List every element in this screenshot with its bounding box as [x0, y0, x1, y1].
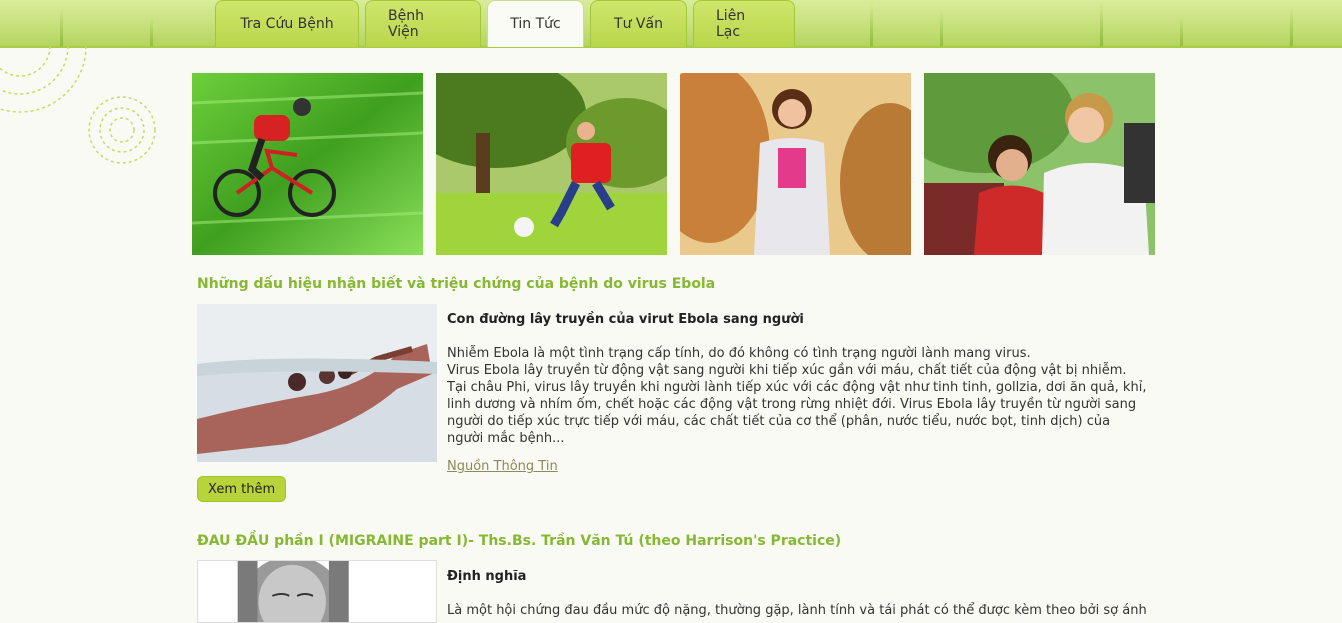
article-body-line: Là một hội chứng đau đầu mức độ nặng, th…	[447, 603, 1147, 618]
article-body-line: Nhiễm Ebola là một tình trạng cấp tính, …	[447, 346, 1031, 361]
tab-tin-tuc[interactable]: Tin Tức	[487, 0, 584, 47]
article-body: Virus Ebola lây truyền từ động vật sang …	[447, 363, 1147, 446]
main-nav: Tra Cứu Bệnh Bệnh Viện Tin Tức Tư Vấn Li…	[215, 0, 795, 48]
cyclist-photo	[192, 73, 423, 255]
article-subtitle: Định nghĩa	[447, 569, 527, 584]
headache-woman-image	[197, 560, 437, 623]
tab-tu-van[interactable]: Tư Vấn	[590, 0, 687, 47]
article-title-migraine[interactable]: ĐAU ĐẦU phần I (MIGRAINE part I)- Ths.Bs…	[197, 533, 841, 549]
tab-lien-lac[interactable]: Liên Lạc	[693, 0, 795, 47]
read-more-button[interactable]: Xem thêm	[197, 476, 287, 502]
decorative-circles-icon	[0, 46, 156, 164]
tab-benh-vien[interactable]: Bệnh Viện	[365, 0, 481, 47]
article-content-migraine: Định nghĩa Là một hội chứng đau đầu mức …	[447, 568, 1147, 619]
woman-jogging-photo	[680, 73, 911, 255]
source-link[interactable]: Nguồn Thông Tin	[447, 458, 558, 475]
tab-tra-cuu-benh[interactable]: Tra Cứu Bệnh	[215, 0, 359, 47]
article-title-ebola[interactable]: Những dấu hiệu nhận biết và triệu chứng …	[197, 276, 715, 292]
article-subtitle: Con đường lây truyền của virut Ebola san…	[447, 312, 804, 327]
ebola-arm-image	[197, 304, 437, 462]
article-content-ebola: Con đường lây truyền của virut Ebola san…	[447, 311, 1147, 475]
boy-kicking-ball-photo	[436, 73, 667, 255]
hikers-photo	[924, 73, 1155, 255]
